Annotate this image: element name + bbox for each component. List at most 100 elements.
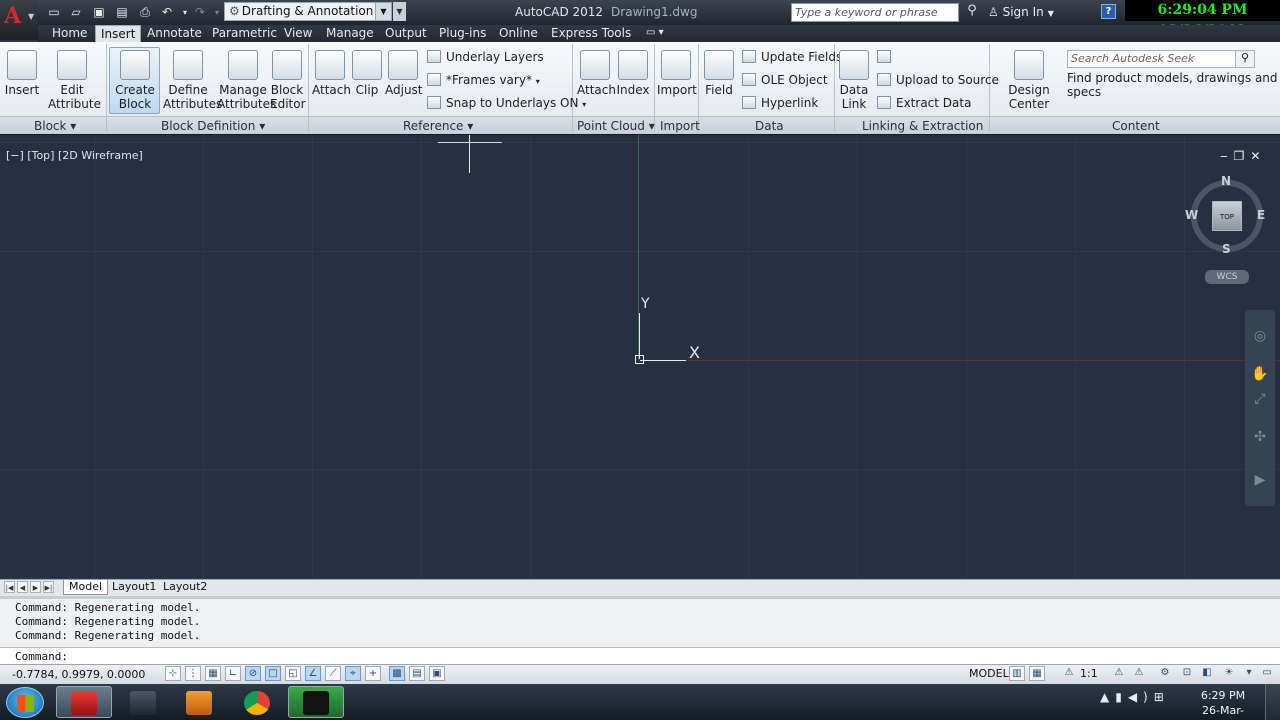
application-menu-button[interactable]: A ▼ [0, 0, 38, 40]
taskbar-clock[interactable]: 6:29 PM 26-Mar-12 [1196, 688, 1250, 720]
clean-screen-icon[interactable]: ▭ [1259, 666, 1275, 681]
3d-object-snap-icon[interactable]: ◱ [285, 666, 301, 681]
steeringwheel-icon[interactable]: ◎ [1250, 328, 1270, 348]
open-folder-icon[interactable]: ▱ [67, 4, 85, 21]
tab-online[interactable]: Online [499, 25, 538, 42]
show-desktop-button[interactable] [1265, 684, 1280, 720]
define-attributes-button[interactable]: Define Attributes [163, 50, 222, 111]
compass-south[interactable]: S [1222, 242, 1231, 256]
search-icon[interactable]: ⚲ [1235, 50, 1255, 68]
tab-home[interactable]: Home [52, 25, 87, 42]
hardware-acceleration-icon[interactable]: ◧ [1199, 666, 1215, 681]
snap-mode-icon[interactable]: ⋮ [185, 666, 201, 681]
tab-parametric[interactable]: Parametric [212, 25, 277, 42]
zoom-icon[interactable]: ⤢ [1250, 391, 1270, 411]
ortho-mode-icon[interactable]: ∟ [225, 666, 241, 681]
linking-tool-button[interactable] [877, 50, 896, 64]
tab-layout2[interactable]: Layout2 [158, 580, 212, 595]
keyword-search-input[interactable]: Type a keyword or phrase [791, 3, 959, 22]
selection-cycling-icon[interactable]: ▣ [429, 666, 445, 681]
print-icon[interactable]: ⎙ [136, 4, 154, 21]
new-file-icon[interactable]: ▭ [45, 4, 63, 21]
undo-icon[interactable]: ↶ [158, 4, 176, 21]
lineweight-icon[interactable]: + [365, 666, 381, 681]
quick-view-drawings-icon[interactable]: ▦ [1029, 666, 1045, 681]
create-block-button[interactable]: Create Block [112, 50, 158, 111]
compass-east[interactable]: E [1257, 208, 1265, 222]
compass-west[interactable]: W [1185, 208, 1198, 222]
binoculars-icon[interactable]: ⚲ [961, 3, 983, 22]
tab-plug-ins[interactable]: Plug-ins [439, 25, 486, 42]
minimize-ribbon-icon[interactable]: ▭ ▾ [646, 25, 664, 42]
system-tray-icons[interactable]: ▲▮◀)⊞ [1100, 690, 1170, 704]
clip-button[interactable]: Clip [352, 50, 382, 97]
panel-title-reference[interactable]: Reference ▾ [403, 119, 473, 133]
design-center-button[interactable]: Design Center [992, 50, 1066, 111]
auto-scale-icon[interactable]: ⚠ [1131, 666, 1147, 681]
command-line-input[interactable]: Command: [0, 647, 1280, 664]
compass-north[interactable]: N [1221, 174, 1231, 188]
annotation-visibility-icon[interactable]: ⚠ [1111, 666, 1127, 681]
tab-layout1[interactable]: Layout1 [107, 580, 161, 595]
ole-object-button[interactable]: OLE Object [742, 73, 828, 87]
workspace-switcher[interactable]: ⚙ Drafting & Annotation ▼ [224, 2, 392, 21]
dynamic-input-icon[interactable]: ⌖ [345, 666, 361, 681]
next-layout-icon[interactable]: ▶ [30, 581, 41, 593]
tab-insert[interactable]: Insert [95, 25, 142, 42]
tab-express-tools[interactable]: Express Tools [551, 25, 631, 42]
start-button[interactable] [6, 687, 44, 718]
field-button[interactable]: Field [703, 50, 735, 97]
adjust-button[interactable]: Adjust [385, 50, 423, 97]
cursor-coordinates[interactable]: -0.7784, 0.9979, 0.0000 [12, 668, 145, 681]
previous-layout-icon[interactable]: ◀ [17, 581, 28, 593]
object-snap-icon[interactable]: □ [265, 666, 281, 681]
tab-manage[interactable]: Manage [326, 25, 374, 42]
point-cloud-index-button[interactable]: Index [616, 50, 650, 97]
upload-to-source-button[interactable]: Upload to Source [877, 73, 999, 87]
object-snap-tracking-icon[interactable]: ∠ [305, 666, 321, 681]
panel-title-point-cloud[interactable]: Point Cloud ▾ [577, 119, 655, 133]
tab-annotate[interactable]: Annotate [147, 25, 202, 42]
point-cloud-attach-button[interactable]: Attach [577, 50, 616, 97]
hyperlink-button[interactable]: Hyperlink [742, 96, 818, 110]
help-button[interactable]: ? [1101, 4, 1116, 19]
isolate-objects-icon[interactable]: ☀ [1221, 666, 1237, 681]
lock-icon[interactable]: ⊡ [1179, 666, 1195, 681]
import-button[interactable]: Import [657, 50, 697, 97]
wcs-menu[interactable]: WCS [1205, 270, 1249, 284]
insert-block-button[interactable]: Insert [4, 50, 40, 97]
model-space-button[interactable]: MODEL [969, 667, 1009, 680]
save-as-icon[interactable]: ▤ [113, 4, 131, 21]
update-fields-button[interactable]: Update Fields [742, 50, 842, 64]
attach-reference-button[interactable]: Attach [312, 50, 351, 97]
manage-attributes-button[interactable]: Manage Attributes [217, 50, 276, 111]
transparency-icon[interactable]: ▩ [389, 666, 405, 681]
snap-underlays-dropdown[interactable]: Snap to Underlays ON ▾ [427, 96, 586, 110]
quick-access-customize-button[interactable]: ▼ [393, 2, 406, 21]
status-menu-chevron-icon[interactable]: ▾ [1241, 666, 1257, 681]
last-layout-icon[interactable]: ▶| [43, 581, 54, 593]
underlay-layers-button[interactable]: Underlay Layers [427, 50, 544, 64]
infer-constraints-icon[interactable]: ⊹ [165, 666, 181, 681]
sign-in-button[interactable]: ♙ Sign In ▼ [988, 5, 1054, 19]
first-layout-icon[interactable]: |◀ [4, 581, 15, 593]
block-editor-button[interactable]: Block Editor [270, 50, 306, 111]
tab-view[interactable]: View [284, 25, 312, 42]
viewport-controls-label[interactable]: [−] [Top] [2D Wireframe] [6, 149, 143, 162]
tab-output[interactable]: Output [385, 25, 427, 42]
annotation-scale-icon[interactable]: ⚠ [1061, 666, 1077, 681]
orbit-icon[interactable]: ✣ [1250, 429, 1270, 449]
redo-icon[interactable]: ↷ [191, 4, 209, 21]
pan-hand-icon[interactable]: ✋ [1250, 366, 1270, 386]
viewport-window-controls[interactable]: ‒❐✕ [1220, 149, 1266, 163]
frames-dropdown[interactable]: *Frames vary* ▾ [427, 73, 540, 87]
quick-properties-icon[interactable]: ▤ [409, 666, 425, 681]
panel-title-block-definition[interactable]: Block Definition ▾ [161, 119, 265, 133]
grid-display-icon[interactable]: ▦ [205, 666, 221, 681]
showmotion-icon[interactable]: ▶ [1250, 472, 1270, 492]
autodesk-seek-search-input[interactable]: Search Autodesk Seek [1067, 50, 1255, 68]
edit-attribute-button[interactable]: Edit Attribute [48, 50, 101, 111]
quick-view-layouts-icon[interactable]: ▥ [1009, 666, 1025, 681]
polar-tracking-icon[interactable]: ⊘ [245, 666, 261, 681]
data-link-button[interactable]: Data Link [838, 50, 870, 111]
